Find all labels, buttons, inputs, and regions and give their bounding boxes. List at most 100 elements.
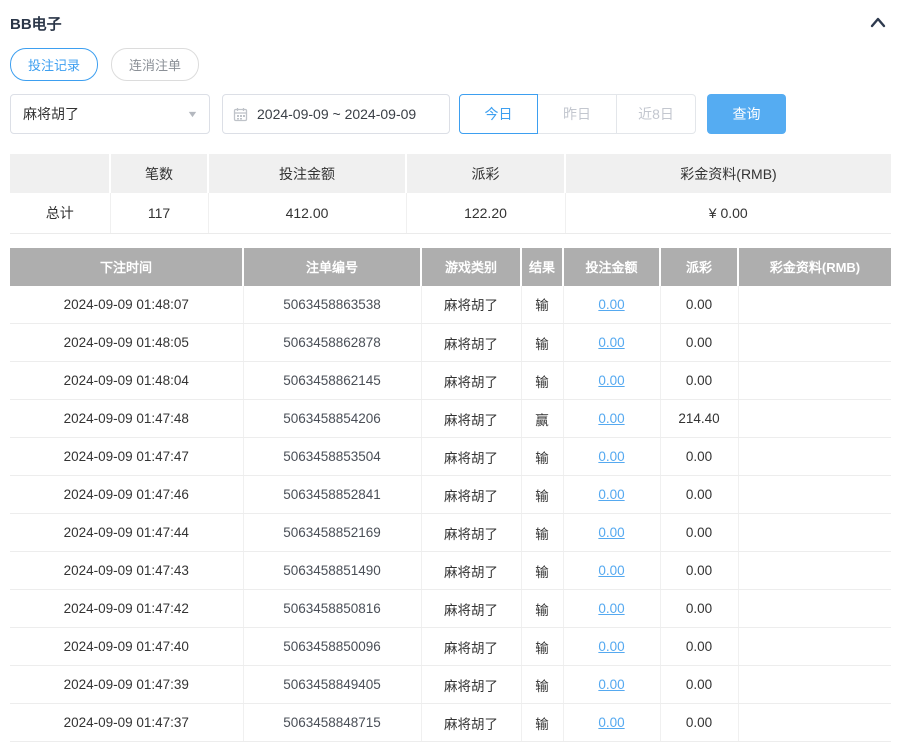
- record-cell-game: 麻将胡了: [421, 627, 522, 666]
- summary-col-count: 笔数: [110, 154, 209, 193]
- record-cell-time: 2024-09-09 01:48:05: [10, 323, 244, 362]
- summary-total-jackpot: ¥ 0.00: [565, 193, 891, 234]
- page-title: BB电子: [10, 15, 62, 33]
- record-cell-game: 麻将胡了: [421, 703, 522, 742]
- tab-cancelled-orders[interactable]: 连消注单: [111, 48, 200, 81]
- caret-down-icon: ▼: [186, 109, 199, 119]
- record-cell-time: 2024-09-09 01:47:47: [10, 437, 244, 476]
- record-row: 2024-09-09 01:47:48 5063458854206 麻将胡了赢 0.0…: [10, 399, 891, 438]
- query-button[interactable]: 查询: [707, 94, 786, 134]
- record-cell-order-id: 5063458852841: [243, 475, 422, 514]
- date-range-picker[interactable]: 2024-09-09 ~ 2024-09-09: [222, 94, 450, 134]
- record-cell-payout: 0.00: [660, 323, 739, 362]
- record-cell-order-id: 5063458850096: [243, 627, 422, 666]
- record-cell-jackpot: [738, 323, 891, 362]
- record-cell-game: 麻将胡了: [421, 323, 522, 362]
- record-row: 2024-09-09 01:47:39 5063458849405 麻将胡了输 0.0…: [10, 665, 891, 704]
- record-cell-bet-amount: 0.00: [563, 399, 661, 438]
- record-cell-payout: 0.00: [660, 703, 739, 742]
- record-cell-time: 2024-09-09 01:47:39: [10, 665, 244, 704]
- record-cell-payout: 0.00: [660, 285, 739, 324]
- record-cell-result: 输: [521, 665, 564, 704]
- summary-col-jackpot: 彩金资料(RMB): [565, 154, 891, 193]
- record-cell-payout: 0.00: [660, 513, 739, 552]
- record-cell-jackpot: [738, 513, 891, 552]
- bet-amount-link[interactable]: 0.00: [598, 563, 624, 578]
- record-cell-result: 输: [521, 551, 564, 590]
- record-cell-time: 2024-09-09 01:47:40: [10, 627, 244, 666]
- record-cell-payout: 0.00: [660, 551, 739, 590]
- summary-col-bet-amount: 投注金额: [208, 154, 407, 193]
- summary-col-blank: [10, 154, 111, 193]
- record-cell-game: 麻将胡了: [421, 475, 522, 514]
- bet-amount-link[interactable]: 0.00: [598, 297, 624, 312]
- record-cell-order-id: 5063458862145: [243, 361, 422, 400]
- bet-amount-link[interactable]: 0.00: [598, 335, 624, 350]
- tab-bar: 投注记录 连消注单: [10, 48, 891, 81]
- record-cell-bet-amount: 0.00: [563, 589, 661, 628]
- date-range-value: 2024-09-09 ~ 2024-09-09: [257, 106, 417, 122]
- bet-amount-link[interactable]: 0.00: [598, 487, 624, 502]
- quick-range-last8days[interactable]: 近8日: [617, 94, 696, 134]
- records-col-jackpot: 彩金资料(RMB): [738, 247, 891, 286]
- record-cell-result: 输: [521, 589, 564, 628]
- record-cell-order-id: 5063458862878: [243, 323, 422, 362]
- bet-amount-link[interactable]: 0.00: [598, 677, 624, 692]
- bet-amount-link[interactable]: 0.00: [598, 373, 624, 388]
- records-table-body: 2024-09-09 01:48:07 5063458863538 麻将胡了输 0.0…: [10, 285, 891, 742]
- record-cell-jackpot: [738, 285, 891, 324]
- record-row: 2024-09-09 01:48:05 5063458862878 麻将胡了输 0.0…: [10, 323, 891, 362]
- record-cell-time: 2024-09-09 01:47:46: [10, 475, 244, 514]
- record-cell-time: 2024-09-09 01:47:44: [10, 513, 244, 552]
- quick-range-today[interactable]: 今日: [459, 94, 538, 134]
- bet-records-panel: BB电子 投注记录 连消注单 麻将胡了 ▼ 2024-09-09 ~ 2024-…: [0, 0, 901, 742]
- record-cell-jackpot: [738, 627, 891, 666]
- records-col-game: 游戏类别: [421, 247, 522, 286]
- bet-amount-link[interactable]: 0.00: [598, 525, 624, 540]
- record-cell-bet-amount: 0.00: [563, 361, 661, 400]
- record-cell-time: 2024-09-09 01:48:07: [10, 285, 244, 324]
- record-cell-result: 输: [521, 361, 564, 400]
- record-cell-jackpot: [738, 361, 891, 400]
- bet-amount-link[interactable]: 0.00: [598, 639, 624, 654]
- record-cell-time: 2024-09-09 01:47:42: [10, 589, 244, 628]
- record-cell-order-id: 5063458854206: [243, 399, 422, 438]
- record-cell-result: 输: [521, 437, 564, 476]
- record-row: 2024-09-09 01:47:44 5063458852169 麻将胡了输 0.0…: [10, 513, 891, 552]
- record-cell-time: 2024-09-09 01:47:37: [10, 703, 244, 742]
- record-row: 2024-09-09 01:47:40 5063458850096 麻将胡了输 0.0…: [10, 627, 891, 666]
- summary-total-row: 总计 117 412.00 122.20 ¥ 0.00: [10, 193, 891, 234]
- bet-amount-link[interactable]: 0.00: [598, 449, 624, 464]
- record-cell-payout: 0.00: [660, 475, 739, 514]
- record-cell-game: 麻将胡了: [421, 665, 522, 704]
- record-cell-jackpot: [738, 551, 891, 590]
- game-select[interactable]: 麻将胡了 ▼: [10, 94, 210, 134]
- record-cell-game: 麻将胡了: [421, 513, 522, 552]
- record-cell-game: 麻将胡了: [421, 399, 522, 438]
- record-cell-bet-amount: 0.00: [563, 513, 661, 552]
- summary-col-payout: 派彩: [406, 154, 566, 193]
- record-cell-game: 麻将胡了: [421, 551, 522, 590]
- records-col-order-id: 注单编号: [243, 247, 422, 286]
- panel-header: BB电子: [10, 0, 891, 34]
- record-cell-payout: 0.00: [660, 589, 739, 628]
- bet-amount-link[interactable]: 0.00: [598, 601, 624, 616]
- record-cell-order-id: 5063458853504: [243, 437, 422, 476]
- bet-amount-link[interactable]: 0.00: [598, 411, 624, 426]
- record-cell-bet-amount: 0.00: [563, 627, 661, 666]
- record-cell-game: 麻将胡了: [421, 589, 522, 628]
- toolbar: 麻将胡了 ▼ 2024-09-09 ~ 2024-09-09 今日 昨日 近8日…: [10, 94, 891, 134]
- bet-amount-link[interactable]: 0.00: [598, 715, 624, 730]
- record-cell-result: 输: [521, 285, 564, 324]
- game-select-value: 麻将胡了: [23, 106, 79, 122]
- records-table: 下注时间 注单编号 游戏类别 结果 投注金额 派彩 彩金资料(RMB) 2024…: [10, 247, 891, 742]
- summary-table: 笔数 投注金额 派彩 彩金资料(RMB) 总计 117 412.00 122.2…: [10, 154, 891, 234]
- record-cell-order-id: 5063458863538: [243, 285, 422, 324]
- records-col-result: 结果: [521, 247, 564, 286]
- collapse-button[interactable]: [869, 14, 891, 33]
- tab-bet-records[interactable]: 投注记录: [10, 48, 99, 81]
- record-cell-order-id: 5063458848715: [243, 703, 422, 742]
- record-row: 2024-09-09 01:48:04 5063458862145 麻将胡了输 0.0…: [10, 361, 891, 400]
- record-row: 2024-09-09 01:48:07 5063458863538 麻将胡了输 0.0…: [10, 285, 891, 324]
- quick-range-yesterday[interactable]: 昨日: [538, 94, 617, 134]
